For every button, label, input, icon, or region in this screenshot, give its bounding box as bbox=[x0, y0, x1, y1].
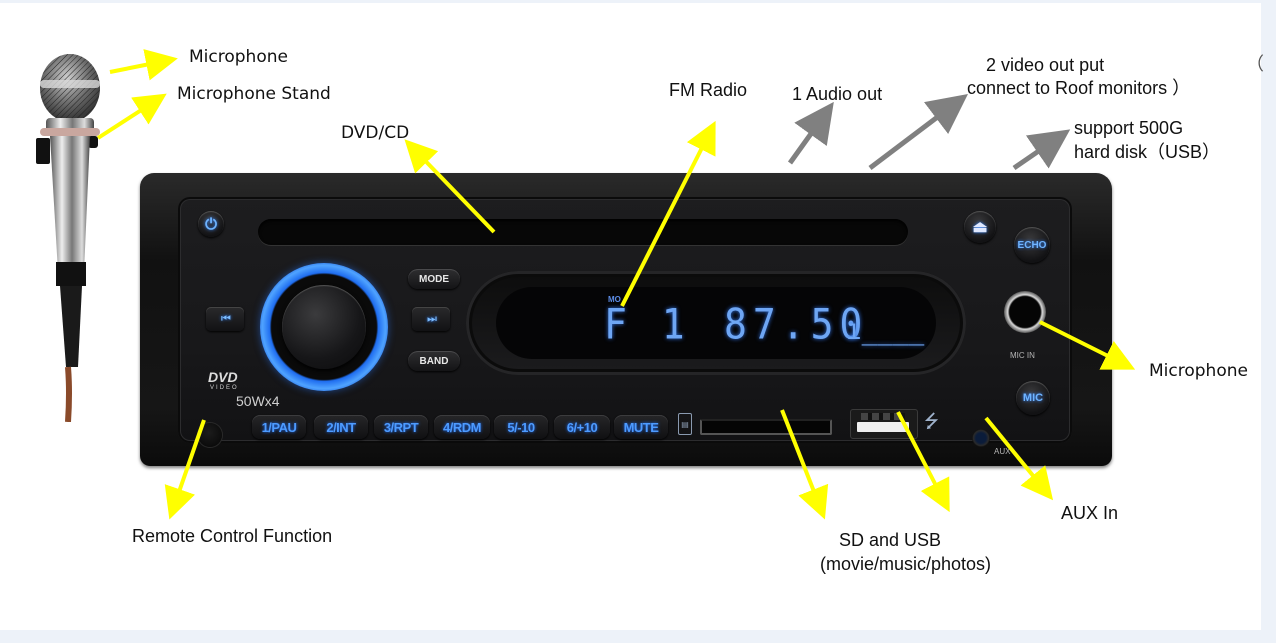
dvd-cd-slot[interactable] bbox=[258, 219, 908, 245]
power-button[interactable]: ⏻ bbox=[198, 211, 224, 237]
label-fm-radio: FM Radio bbox=[669, 80, 748, 100]
band-label: BAND bbox=[419, 355, 449, 367]
mode-label: MODE bbox=[419, 273, 449, 285]
eject-icon: ⏏ bbox=[972, 219, 988, 236]
label-aux-in: AUX In bbox=[1061, 503, 1119, 523]
preset-button[interactable]: 2/INT bbox=[314, 415, 368, 439]
aux-in-jack[interactable] bbox=[972, 429, 990, 447]
volume-knob-ring bbox=[260, 263, 388, 391]
preset-button[interactable]: MUTE bbox=[614, 415, 668, 439]
label-microphone-jack: Microphone bbox=[1149, 361, 1248, 381]
band-button[interactable]: BAND bbox=[408, 351, 460, 371]
preset-button[interactable]: 3/RPT bbox=[374, 415, 428, 439]
label-sd-usb-line2: (movie/music/photos) bbox=[820, 554, 992, 574]
remote-ir-sensor bbox=[198, 423, 222, 447]
preset-button[interactable]: 4/RDM bbox=[434, 415, 490, 439]
microphone-head bbox=[40, 54, 100, 122]
label-video-out-line2: connect to Roof monitors ） bbox=[967, 78, 1191, 98]
mic-button-label: MIC bbox=[1022, 392, 1044, 404]
signal-readout: ı____ bbox=[846, 313, 925, 347]
mic-in-jack[interactable] bbox=[1004, 291, 1046, 333]
preset-button[interactable]: 6/+10 bbox=[554, 415, 610, 439]
next-track-button[interactable]: ⏭ bbox=[412, 307, 450, 331]
usb-icon: ⭍ bbox=[924, 411, 939, 432]
label-audio-out: 1 Audio out bbox=[792, 84, 883, 104]
lcd-display: MO F 1 87.50 ı____ bbox=[496, 287, 936, 359]
usb-pins bbox=[861, 413, 905, 420]
next-track-icon: ⏭ bbox=[427, 312, 437, 325]
label-usb-hdd-line1: support 500G bbox=[1074, 118, 1184, 138]
dvd-video-text: VIDEO bbox=[210, 385, 239, 391]
display-bezel: MO F 1 87.50 ı____ bbox=[466, 271, 966, 375]
label-sd-usb-line1: SD and USB bbox=[839, 530, 942, 550]
mic-button[interactable]: MIC bbox=[1016, 381, 1050, 415]
faceplate: ⏻ ⏮ MODE ⏭ BAND DVD VIDEO 50Wx4 MO F 1 8… bbox=[178, 197, 1072, 456]
power-icon: ⏻ bbox=[205, 215, 217, 233]
microphone-illustration bbox=[36, 54, 100, 422]
preset-readout: F 1 bbox=[604, 299, 691, 349]
preset-button[interactable]: 1/PAU bbox=[252, 415, 306, 439]
label-video-out-line1: 2 video out put bbox=[986, 55, 1105, 75]
echo-label: ECHO bbox=[1017, 239, 1047, 251]
echo-button[interactable]: ECHO bbox=[1014, 227, 1050, 263]
stray-paren: （ bbox=[1246, 54, 1264, 74]
usb-port[interactable] bbox=[850, 409, 918, 439]
power-rating: 50Wx4 bbox=[236, 393, 280, 409]
mic-in-label: MIC IN bbox=[1010, 351, 1035, 360]
label-remote-control: Remote Control Function bbox=[132, 526, 333, 546]
sd-card-slot[interactable] bbox=[700, 419, 832, 435]
usb-tongue bbox=[857, 422, 909, 432]
previous-track-icon: ⏮ bbox=[221, 312, 231, 325]
volume-knob[interactable] bbox=[282, 285, 366, 369]
eject-button[interactable]: ⏏ bbox=[964, 211, 996, 243]
car-dvd-head-unit: ⏻ ⏮ MODE ⏭ BAND DVD VIDEO 50Wx4 MO F 1 8… bbox=[140, 173, 1112, 466]
preset-button[interactable]: 5/-10 bbox=[494, 415, 548, 439]
sd-card-icon: ▤ bbox=[678, 413, 692, 435]
previous-track-button[interactable]: ⏮ bbox=[206, 307, 244, 331]
label-usb-hdd-line2: hard disk（USB） bbox=[1074, 142, 1221, 162]
label-dvd-cd: DVD/CD bbox=[341, 123, 410, 143]
dvd-logo: DVD bbox=[208, 369, 238, 385]
label-microphone: Microphone bbox=[189, 47, 288, 67]
label-microphone-stand: Microphone Stand bbox=[177, 84, 331, 104]
aux-label: AUX bbox=[994, 447, 1011, 456]
mode-button[interactable]: MODE bbox=[408, 269, 460, 289]
